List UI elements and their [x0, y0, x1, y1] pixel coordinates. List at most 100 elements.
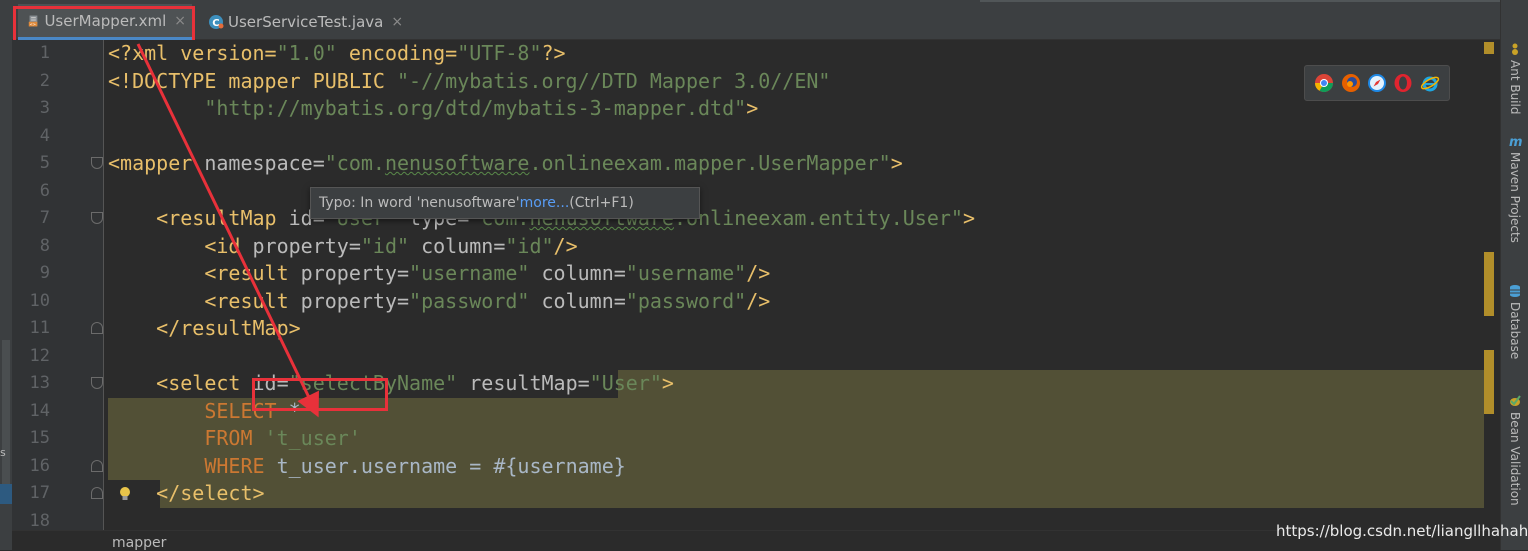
code-line-16[interactable]: 16 WHERE t_user.username = #{username} — [12, 452, 1484, 481]
code-token: "password" — [625, 288, 747, 313]
fold-toggle-icon[interactable] — [91, 212, 103, 224]
svg-text:m: m — [1509, 135, 1522, 148]
chrome-icon[interactable] — [1314, 73, 1334, 93]
ant-build-tool[interactable]: Ant Build — [1501, 42, 1528, 114]
code-line-14[interactable]: 14 SELECT * — [12, 397, 1484, 425]
line-number: 5 — [39, 153, 50, 173]
close-icon[interactable]: × — [391, 14, 403, 30]
code-text: <?xml version="1.0" encoding="UTF-8"?> — [108, 40, 566, 68]
fold-toggle-icon[interactable] — [91, 459, 103, 472]
code-line-13[interactable]: 13 <select id="selectByName" resultMap="… — [12, 370, 1484, 398]
right-tool-panel: Ant Build m Maven Projects Database Bean… — [1500, 0, 1528, 550]
bean-validation-icon — [1510, 395, 1521, 406]
code-text: </resultMap> — [108, 315, 301, 343]
line-number: 4 — [39, 125, 50, 146]
opera-icon[interactable] — [1393, 73, 1413, 93]
code-token: "http://mybatis.org/dtd/mybatis-3-mapper… — [204, 96, 747, 120]
code-line-17[interactable]: 17 </select> — [12, 480, 1484, 508]
code-token: .onlineexam.entity.User" — [673, 206, 963, 230]
code-line-15[interactable]: 15 FROM 't_user' — [12, 425, 1484, 453]
left-strip-selection[interactable] — [0, 484, 12, 504]
code-token: ?> — [541, 41, 566, 65]
code-line-12[interactable]: 12 — [12, 343, 1484, 371]
code-text: <result property="username" column="user… — [108, 260, 770, 288]
tool-label: Maven Projects — [1508, 152, 1522, 243]
left-strip-scroll[interactable] — [2, 340, 10, 500]
code-line-4[interactable]: 4 — [12, 123, 1484, 151]
code-text: WHERE t_user.username = #{username} — [108, 453, 625, 481]
database-tool[interactable]: Database — [1501, 284, 1528, 359]
tag-highlight — [160, 480, 1484, 508]
code-token: "username" — [625, 261, 747, 285]
fold-toggle-icon[interactable] — [91, 487, 103, 499]
code-token: </select> — [156, 481, 265, 505]
code-token: namespace= — [192, 151, 325, 175]
breadcrumb[interactable]: mapper — [112, 535, 166, 551]
line-number: 1 — [39, 43, 50, 63]
tag-highlight — [618, 370, 1484, 398]
code-editor[interactable]: 1 <?xml version="1.0" encoding="UTF-8"?>… — [12, 40, 1494, 531]
code-token: <id — [204, 233, 241, 258]
tooltip-more-link[interactable]: more... — [520, 195, 570, 211]
code-token: > — [746, 96, 759, 120]
fold-toggle-icon[interactable] — [91, 157, 103, 169]
code-line-1[interactable]: 1 <?xml version="1.0" encoding="UTF-8"?> — [12, 40, 1484, 68]
code-line-2[interactable]: 2 <!DOCTYPE mapper PUBLIC "-//mybatis.or… — [12, 68, 1484, 96]
code-line-6[interactable]: 6 — [12, 178, 1484, 206]
code-token: </resultMap> — [156, 316, 301, 340]
safari-icon[interactable] — [1367, 73, 1387, 93]
tool-label: Database — [1508, 302, 1522, 360]
line-number: 13 — [29, 373, 50, 393]
code-text: "http://mybatis.org/dtd/mybatis-3-mapper… — [108, 95, 758, 123]
line-number: 12 — [29, 345, 50, 366]
editor-scrollbar-markers[interactable] — [1482, 40, 1496, 530]
code-token: <select — [156, 371, 241, 395]
fold-toggle-icon[interactable] — [91, 377, 103, 389]
code-line-3[interactable]: 3 "http://mybatis.org/dtd/mybatis-3-mapp… — [12, 95, 1484, 123]
code-text: <result property="password" column="pass… — [108, 288, 770, 316]
code-token: property= — [240, 233, 361, 258]
code-text: </select> — [108, 480, 265, 508]
scroll-marker[interactable] — [1484, 42, 1494, 54]
tooltip-text: Typo: In word 'nenusoftware' — [319, 195, 520, 211]
fold-toggle-icon[interactable] — [91, 322, 103, 334]
firefox-icon[interactable] — [1341, 73, 1361, 93]
line-number: 8 — [39, 235, 50, 256]
code-line-10[interactable]: 10 <result property="password" column="p… — [12, 288, 1484, 316]
code-line-9[interactable]: 9 <result property="username" column="us… — [12, 260, 1484, 288]
code-token: .onlineexam.mapper.UserMapper" — [529, 151, 891, 175]
tab-bar-top-line — [980, 0, 1500, 2]
code-token: <result — [204, 261, 289, 285]
code-line-8[interactable]: 8 <id property="id" column="id"/> — [12, 233, 1484, 261]
scroll-marker[interactable] — [1484, 350, 1494, 414]
watermark: https://blog.csdn.net/liangllhahaha — [1276, 522, 1528, 540]
maven-icon: m — [1509, 135, 1522, 148]
typo-tooltip: Typo: In word 'nenusoftware' more... (Ct… — [310, 187, 700, 219]
code-token: "UTF-8" — [457, 41, 542, 65]
maven-projects-tool[interactable]: m Maven Projects — [1501, 134, 1528, 243]
code-token: > — [962, 206, 976, 230]
ie-icon[interactable] — [1420, 73, 1440, 93]
line-number: 7 — [39, 208, 50, 228]
scroll-marker[interactable] — [1484, 252, 1494, 316]
line-number: 15 — [29, 428, 50, 448]
code-text: <id property="id" column="id"/> — [108, 233, 578, 261]
code-line-7[interactable]: 7 <resultMap id="User" type="com.nenusof… — [12, 205, 1484, 233]
code-line-5[interactable]: 5 <mapper namespace="com.nenusoftware.on… — [12, 150, 1484, 178]
code-text: <mapper namespace="com.nenusoftware.onli… — [108, 150, 903, 178]
left-strip-label: s — [0, 446, 6, 459]
code-token: /> — [553, 233, 578, 258]
code-text: FROM 't_user' — [108, 425, 361, 453]
line-number: 2 — [39, 70, 50, 91]
line-number: 3 — [39, 98, 50, 118]
code-token: "username" — [409, 261, 530, 285]
code-text: <select id="selectByName" resultMap="Use… — [108, 370, 674, 398]
code-token: column= — [529, 288, 626, 313]
editor-tab-bar: <> UserMapper.xml × C UserServiceTest.ja… — [12, 0, 1500, 40]
bean-validation-tool[interactable]: Bean Validation — [1501, 394, 1528, 506]
code-line-11[interactable]: 11 </resultMap> — [12, 315, 1484, 343]
tab-userservicetest-java[interactable]: C UserServiceTest.java × — [198, 4, 410, 40]
sql-keyword: FROM — [204, 426, 253, 450]
code-token: <resultMap — [156, 206, 277, 230]
